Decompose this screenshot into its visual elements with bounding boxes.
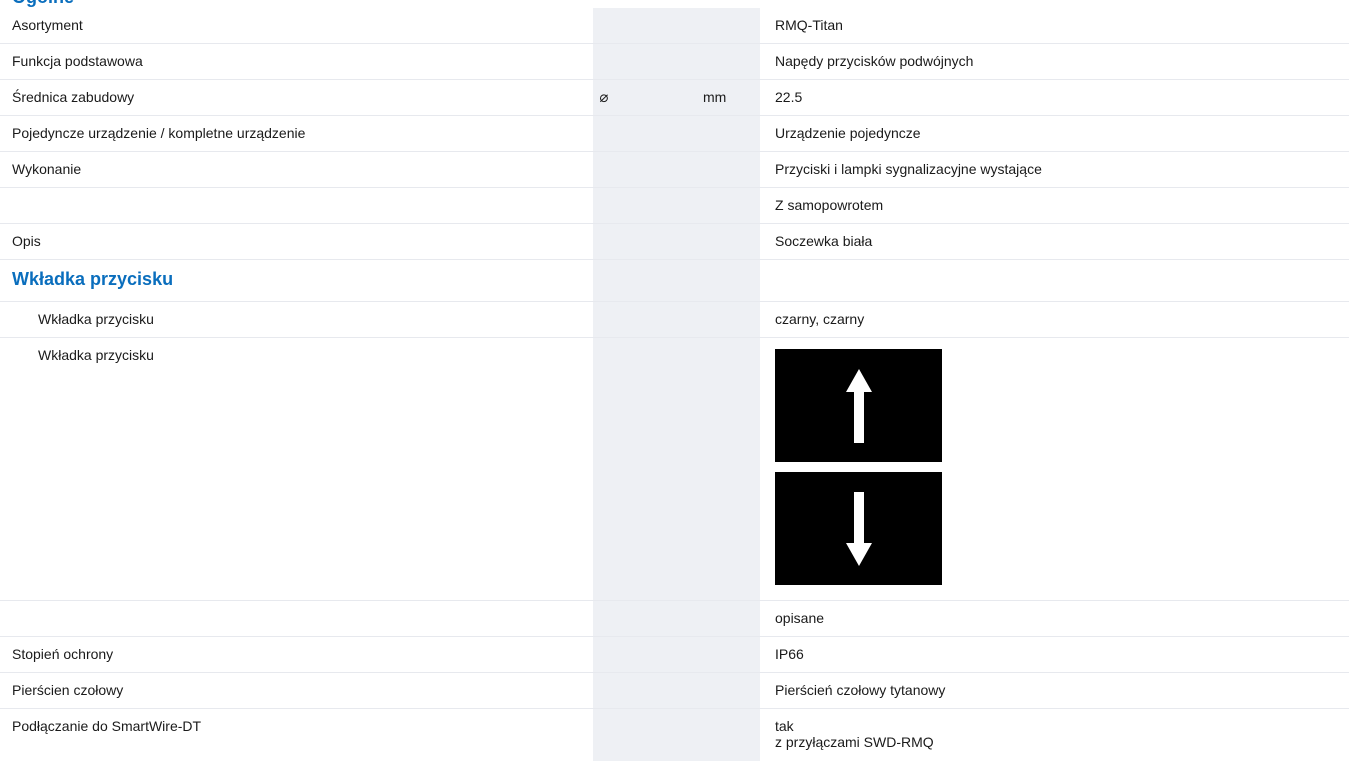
symbol-cell <box>593 302 700 337</box>
symbol-cell <box>593 224 700 259</box>
unit-cell <box>700 44 760 79</box>
unit-cell <box>700 338 760 600</box>
spec-row: Pierścien czołowy Pierścień czołowy tyta… <box>0 673 1349 709</box>
spec-row: opisane <box>0 601 1349 637</box>
section-row: Wkładka przycisku <box>0 260 1349 302</box>
symbol-cell <box>593 673 700 708</box>
row-value-line: tak <box>775 718 794 734</box>
symbol-cell <box>593 152 700 187</box>
arrow-down-icon <box>845 491 872 566</box>
row-label: Wykonanie <box>12 161 82 177</box>
spec-row: Wkładka przycisku czarny, czarny <box>0 302 1349 338</box>
unit-cell <box>700 8 760 43</box>
unit-cell <box>700 116 760 151</box>
symbol-cell <box>593 338 700 600</box>
spec-row: Średnica zabudowy ⌀ mm 22.5 <box>0 80 1349 116</box>
row-label: Asortyment <box>12 17 83 33</box>
row-label <box>0 601 593 636</box>
arrow-up-icon <box>845 368 872 443</box>
symbol-cell <box>593 8 700 43</box>
spec-row: Stopień ochrony IP66 <box>0 637 1349 673</box>
row-value: czarny, czarny <box>775 311 865 327</box>
arrow-up-tile <box>775 349 942 462</box>
unit-cell <box>700 709 760 761</box>
spec-row: Opis Soczewka biała <box>0 224 1349 260</box>
symbol-cell: ⌀ <box>593 80 700 115</box>
row-value: tak z przyłączami SWD-RMQ <box>760 709 1349 761</box>
row-value: 22.5 <box>775 89 803 105</box>
row-value: Z samopowrotem <box>775 197 884 213</box>
section-heading-cut: Ogólne <box>12 0 74 8</box>
row-label: Pierścien czołowy <box>12 682 124 698</box>
row-label: Pojedyncze urządzenie / kompletne urządz… <box>12 125 306 141</box>
symbol-cell <box>593 188 700 223</box>
row-label: Średnica zabudowy <box>12 89 135 105</box>
row-value <box>760 260 1349 301</box>
spec-row: Wykonanie Przyciski i lampki sygnalizacy… <box>0 152 1349 188</box>
diameter-icon: ⌀ <box>599 89 609 106</box>
row-value: Soczewka biała <box>775 233 873 249</box>
unit-cell <box>700 152 760 187</box>
section-heading: Wkładka przycisku <box>12 269 174 289</box>
symbol-cell <box>593 637 700 672</box>
unit-cell <box>700 224 760 259</box>
unit-cell <box>700 188 760 223</box>
spec-row: Wkładka przycisku <box>0 338 1349 601</box>
row-label: Podłączanie do SmartWire-DT <box>12 718 202 734</box>
unit-cell <box>700 601 760 636</box>
spec-row: Z samopowrotem <box>0 188 1349 224</box>
unit-cell: mm <box>700 80 760 115</box>
row-value: RMQ-Titan <box>775 17 843 33</box>
row-value-line: z przyłączami SWD-RMQ <box>775 734 934 750</box>
arrow-down-tile <box>775 472 942 585</box>
row-value <box>760 338 1349 600</box>
spec-row: Podłączanie do SmartWire-DT tak z przyłą… <box>0 709 1349 761</box>
row-label: Wkładka przycisku <box>38 311 154 327</box>
symbol-cell <box>593 260 700 301</box>
row-label: Wkładka przycisku <box>38 347 154 363</box>
unit-cell <box>700 260 760 301</box>
symbol-cell <box>593 601 700 636</box>
spec-row: Funkcja podstawowa Napędy przycisków pod… <box>0 44 1349 80</box>
spec-row: Pojedyncze urządzenie / kompletne urządz… <box>0 116 1349 152</box>
row-value: IP66 <box>775 646 804 662</box>
row-label: Funkcja podstawowa <box>12 53 143 69</box>
button-insert-images <box>775 347 1349 585</box>
row-value: Napędy przycisków podwójnych <box>775 53 974 69</box>
unit-cell <box>700 673 760 708</box>
row-label <box>0 188 593 223</box>
spec-table: Asortyment RMQ-Titan Funkcja podstawowa … <box>0 8 1349 761</box>
spec-row: Asortyment RMQ-Titan <box>0 8 1349 44</box>
symbol-cell <box>593 709 700 761</box>
row-value: Urządzenie pojedyncze <box>775 125 921 141</box>
row-label: Opis <box>12 233 41 249</box>
unit-cell <box>700 302 760 337</box>
row-value: opisane <box>775 610 825 626</box>
row-value: Przyciski i lampki sygnalizacyjne wystaj… <box>775 161 1042 177</box>
symbol-cell <box>593 116 700 151</box>
row-label: Stopień ochrony <box>12 646 114 662</box>
symbol-cell <box>593 44 700 79</box>
row-value: Pierścień czołowy tytanowy <box>775 682 946 698</box>
unit-cell <box>700 637 760 672</box>
